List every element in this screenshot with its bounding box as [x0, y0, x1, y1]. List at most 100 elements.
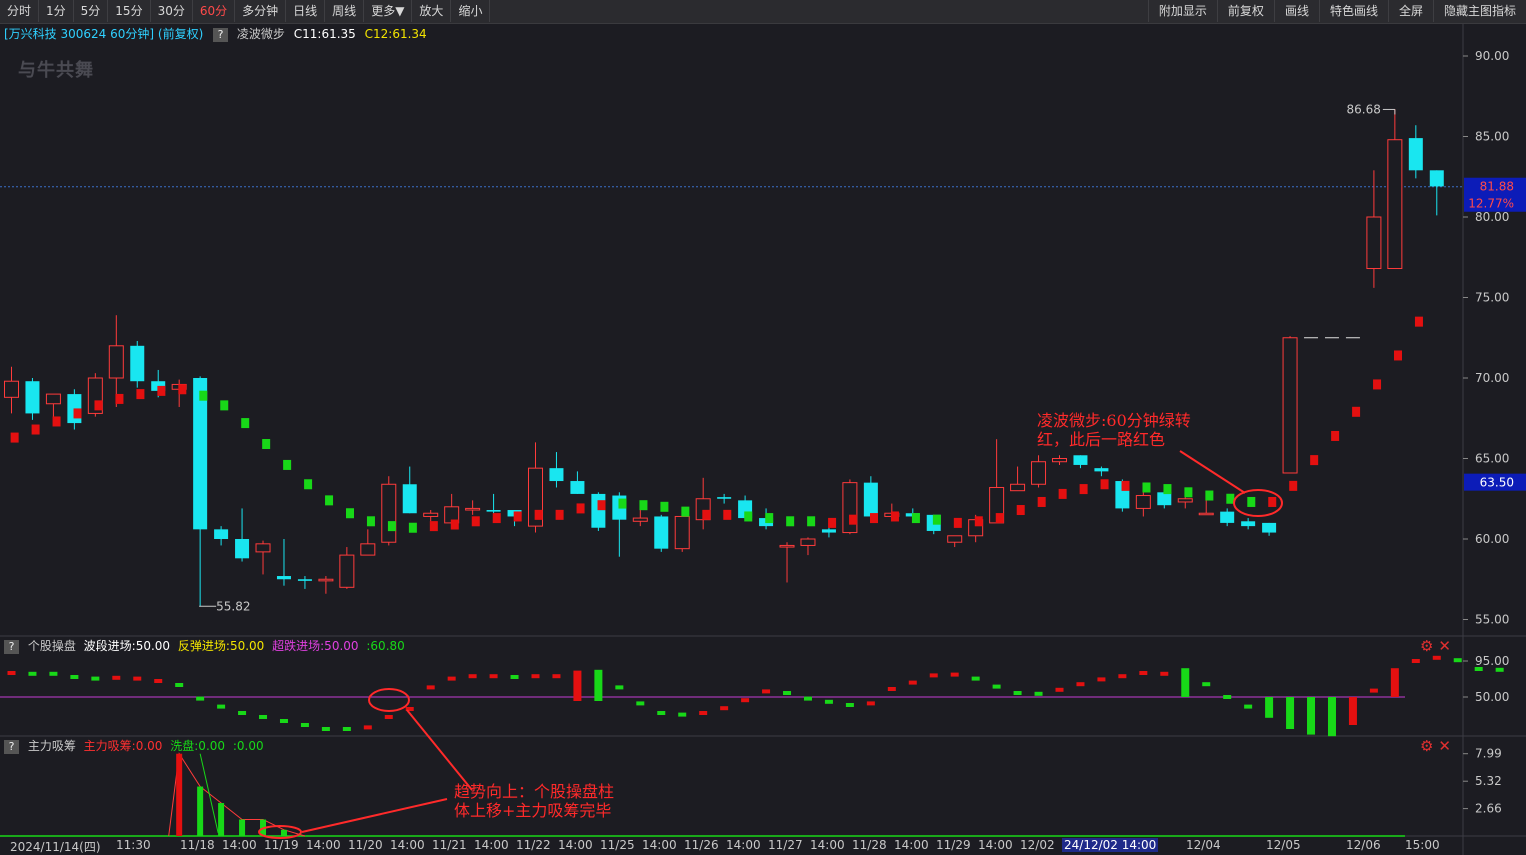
lbwb-signal [1037, 496, 1046, 507]
indicator1-dot [468, 674, 477, 679]
candle-up [381, 483, 397, 543]
lbwb-signal [1414, 316, 1423, 327]
candle-up [842, 482, 858, 534]
indicator1-dot [552, 674, 561, 679]
time-axis-label: 14:00 [810, 838, 845, 852]
help-icon[interactable]: ? [4, 739, 19, 754]
toolbar: 分时 1分 5分 15分 30分 60分 多分钟 日线 周线 更多▼ 放大 缩小… [0, 0, 1526, 24]
close-icon[interactable]: ✕ [1438, 737, 1456, 755]
indicator2-bar [176, 753, 183, 836]
indicator1-bar [1265, 697, 1274, 718]
candle-down [214, 529, 229, 539]
lbwb-signal [953, 517, 962, 528]
indicator1-tick-label: 95.00 [1475, 654, 1509, 668]
more-dropdown[interactable]: 更多▼ [364, 0, 413, 22]
gear-icon[interactable]: ⚙ [1420, 637, 1438, 655]
zoom-in-button[interactable]: 放大 [412, 0, 452, 22]
forward-adjust-button[interactable]: 前复权 [1216, 0, 1274, 22]
time-axis-label: 11/20 [348, 838, 383, 852]
current-price-label: 81.88 [1480, 180, 1514, 194]
indicator2-v1: 主力吸筹:0.00 [83, 739, 163, 753]
lbwb-signal [73, 408, 82, 419]
time-axis-label: 15:00 [1405, 838, 1440, 852]
indicator1-dot [762, 689, 771, 694]
lbwb-signal [744, 511, 753, 522]
extra-display-button[interactable]: 附加显示 [1147, 0, 1217, 22]
price-tick-label: 70.00 [1475, 371, 1509, 385]
annotation-line: 凌波微步:60分钟绿转 [1037, 411, 1191, 430]
indicator2-name: 主力吸筹 [27, 739, 76, 753]
lbwb-signal [94, 400, 103, 411]
candle-down [654, 516, 669, 549]
lbwb-signal [450, 519, 459, 530]
candle-up [360, 543, 376, 556]
tab-daily[interactable]: 日线 [286, 0, 326, 22]
candle-down [1157, 492, 1172, 506]
candle-up [1177, 498, 1193, 503]
candle-down [486, 510, 501, 512]
tab-1min[interactable]: 1分 [39, 0, 74, 22]
lbwb-signal [1163, 484, 1172, 495]
indicator1-dot [133, 676, 142, 681]
indicator1-dot [678, 712, 687, 717]
candle-down [402, 484, 417, 514]
time-axis-label: 11/27 [768, 838, 803, 852]
lbwb-signal [325, 495, 334, 506]
indicator2-controls[interactable]: ⚙✕ [1420, 737, 1456, 755]
price-tick-label: 90.00 [1475, 49, 1509, 63]
indicator2-tick-label: 5.32 [1475, 774, 1502, 788]
tab-5min[interactable]: 5分 [74, 0, 109, 22]
lbwb-signal [1373, 379, 1382, 390]
indicator2-bar: ? 主力吸筹 主力吸筹:0.00 洗盘:0.00 :0.00 [0, 738, 264, 754]
indicator1-bar [1307, 697, 1316, 735]
tab-multi-min[interactable]: 多分钟 [235, 0, 287, 22]
lbwb-signal [1142, 482, 1151, 493]
lbwb-signal [1268, 496, 1277, 507]
close-icon[interactable]: ✕ [1438, 637, 1456, 655]
help-icon[interactable]: ? [213, 27, 229, 42]
time-axis-label: 14:00 [642, 838, 677, 852]
callout-line [406, 709, 473, 791]
indicator1-dot [1369, 688, 1378, 693]
price-tick-label: 75.00 [1475, 291, 1509, 305]
kline-chart[interactable]: 90.00 85.00 80.00 75.00 70.00 65.00 60.00 55.00… [0, 24, 1526, 855]
lbwb-signal [1247, 496, 1256, 507]
tab-minute-chart[interactable]: 分时 [0, 0, 40, 22]
zoom-out-button[interactable]: 缩小 [451, 0, 491, 22]
indicator1-controls[interactable]: ⚙✕ [1420, 637, 1456, 655]
price-tick-label: 60.00 [1475, 532, 1509, 546]
candle-up [1366, 216, 1382, 270]
indicator2-tick-label: 2.66 [1475, 802, 1502, 816]
candle-up [423, 512, 439, 517]
indicator1-dot [929, 673, 938, 678]
lbwb-signal [492, 513, 501, 524]
indicator1-dot [49, 671, 58, 676]
candle-up [45, 393, 61, 405]
special-draw-button[interactable]: 特色画线 [1318, 0, 1388, 22]
indicator1-dot [154, 679, 163, 683]
draw-line-button[interactable]: 画线 [1273, 0, 1319, 22]
lbwb-signal [471, 516, 480, 527]
fullscreen-button[interactable]: 全屏 [1387, 0, 1433, 22]
help-icon[interactable]: ? [4, 639, 19, 654]
time-axis-label: 14:00 [978, 838, 1013, 852]
hide-main-indicator-button[interactable]: 隐藏主图指标 [1432, 0, 1526, 22]
lbwb-signal [786, 516, 795, 527]
candle-down [1241, 521, 1256, 527]
gear-icon[interactable]: ⚙ [1420, 737, 1438, 755]
tab-30min[interactable]: 30分 [151, 0, 193, 22]
lbwb-signal [765, 513, 774, 524]
lbwb-signal [1352, 406, 1361, 417]
indicator1-dot [1139, 671, 1148, 675]
tab-15min[interactable]: 15分 [108, 0, 151, 22]
lbwb-signal [157, 385, 166, 396]
tab-weekly[interactable]: 周线 [325, 0, 365, 22]
indicator1-dot [1160, 671, 1169, 676]
lbwb-signal [995, 513, 1004, 524]
indicator1-tick-label: 50.00 [1475, 690, 1509, 704]
stock-title: [万兴科技 300624 60分钟] (前复权) [4, 27, 204, 41]
indicator1-bar [594, 669, 603, 701]
indicator1-dot [384, 715, 393, 719]
candle-up [108, 345, 124, 379]
tab-60min[interactable]: 60分 [193, 0, 236, 22]
